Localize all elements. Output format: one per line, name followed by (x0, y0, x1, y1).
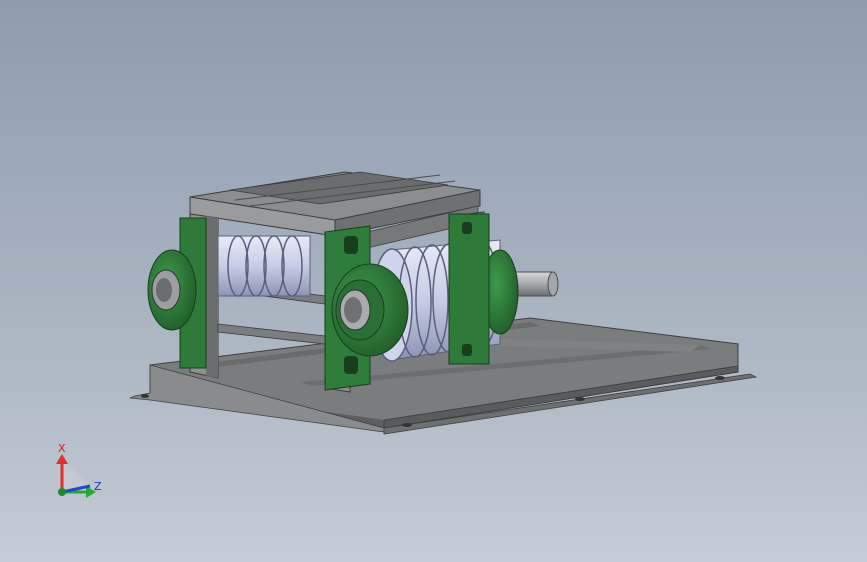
conveyor-model[interactable] (0, 0, 867, 562)
triad-origin-icon (58, 488, 66, 496)
x-axis-arrow-icon (56, 454, 68, 464)
triad-graphic (56, 454, 96, 498)
left-bearing (147, 217, 207, 369)
right-rear-bearing-bracket (448, 213, 490, 365)
rear-roller (217, 235, 311, 297)
x-axis-label: X (58, 442, 66, 455)
z-axis-label: Z (94, 480, 102, 493)
cad-viewport[interactable]: X Z (0, 0, 867, 562)
coordinate-triad: X Z (44, 440, 114, 510)
